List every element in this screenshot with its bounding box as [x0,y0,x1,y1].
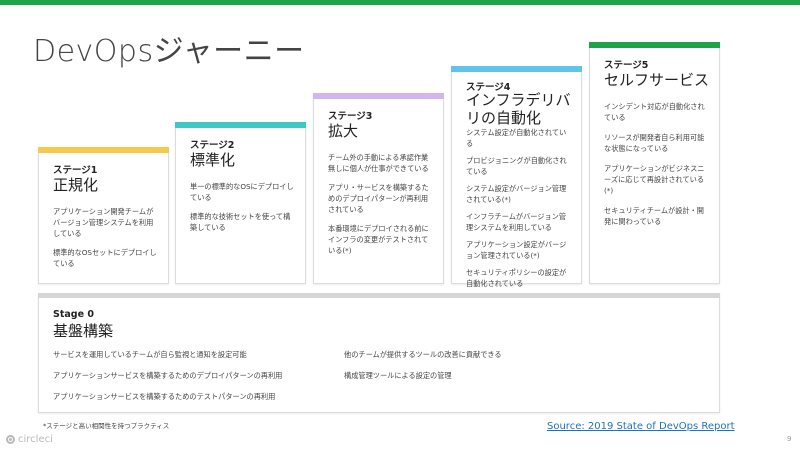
circleci-logo-icon [6,435,15,444]
page-number: 9 [787,435,792,443]
stage-1-color-bar [38,147,169,153]
stage-3-label: ステージ3 [328,111,373,122]
stage-4-item: プロビジョニングが自動化されている [466,156,567,176]
logo-text: circleci [18,434,53,445]
stage-2-item: 単一の標準的なOSにデプロイしている [190,182,294,202]
stage-5-item: セキュリティチームが設計・開発に関わっている [604,206,704,226]
stage-5-name: セルフサービス [604,71,710,89]
stage-5-color-bar [589,42,720,48]
stage-5-item: インシデント対応が自動化されている [604,102,705,122]
stage-3-item: チーム外の手動による承認作業無しに個人が仕事ができている [328,153,429,173]
stage-0-item: 他のチームが提供するツールの改善に貢献できる [344,350,502,359]
stage-4-item: システム設定が自動化されている [466,128,567,148]
stage-4-item: アプリケーション設定がバージョン管理されている(*) [466,240,567,260]
source-link[interactable]: Source: 2019 State of DevOps Report [547,421,735,432]
stage-3-card: ステージ3 拡大 チーム外の手動による承認作業無しに個人が仕事ができている アプ… [313,93,444,284]
stage-4-item: セキュリティポリシーの設定が自動化されている [466,268,567,288]
stage-3-color-bar [313,93,444,99]
stage-4-color-bar [451,66,582,72]
stage-4-item: システム設定がバージョン管理されている(*) [466,184,567,204]
stage-4-name: インフラデリバリの自動化 [466,91,571,127]
footnote: *ステージと高い相関性を持つプラクティス [43,422,170,430]
stage-2-color-bar [175,122,306,128]
stage-0-color-bar [38,293,720,298]
stage-0-card: Stage 0 基盤構築 サービスを運用しているチームが自ら監視と通知を設定可能… [38,293,720,413]
stage-4-item: インフラチームがバージョン管理システムを利用している [466,212,567,232]
stage-0-label: Stage 0 [53,309,94,320]
stage-4-card: ステージ4 インフラデリバリの自動化 システム設定が自動化されている プロビジョ… [451,66,582,288]
stage-0-name: 基盤構築 [53,322,114,340]
stage-1-item: アプリケーション開発チームがバージョン管理システムを利用している [53,207,154,238]
stage-3-item: アプリ・サービスを構築するためのデプロイパターンが再利用されている [328,183,429,214]
stage-5-label: ステージ5 [604,60,649,71]
top-accent-bar [0,0,800,5]
stage-2-item: 標準的な技術セットを使って構築している [190,212,291,232]
stage-1-card: ステージ1 正規化 アプリケーション開発チームがバージョン管理システムを利用して… [38,147,169,284]
stage-2-card: ステージ2 標準化 単一の標準的なOSにデプロイしている 標準的な技術セットを使… [175,122,306,284]
stage-5-item: アプリケーションがビジネスニーズに応じて再設計されている(*) [604,164,705,195]
stage-0-item: アプリケーションサービスを構築するためのテストパターンの再利用 [53,392,276,401]
stage-1-item: 標準的なOSセットにデプロイしている [53,248,157,268]
stage-2-name: 標準化 [190,151,236,169]
stage-0-item: サービスを運用しているチームが自ら監視と通知を設定可能 [53,350,247,359]
stage-1-label: ステージ1 [53,165,98,176]
stage-3-name: 拡大 [328,122,359,140]
stage-5-card: ステージ5 セルフサービス インシデント対応が自動化されている リソースが開発者… [589,42,720,284]
stage-1-name: 正規化 [53,176,99,194]
stage-0-item: 構成管理ツールによる設定の管理 [344,371,452,380]
stage-5-item: リソースが開発者自ら利用可能な状態になっている [604,133,705,153]
circleci-logo: circleci [6,434,53,445]
page-title: DevOpsジャーニー [33,34,305,69]
stage-2-label: ステージ2 [190,140,235,151]
stage-3-item: 本番環境にデプロイされる前にインフラの変更がテストされている(*) [328,224,429,255]
stage-0-item: アプリケーションサービスを構築するためのデプロイパターンの再利用 [53,371,283,380]
